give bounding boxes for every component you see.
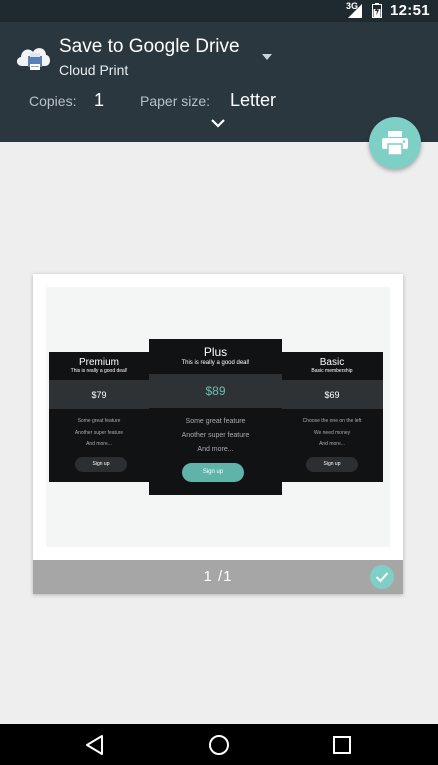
- plan-basic: Basic Basic membership $69 Choose the on…: [281, 352, 383, 482]
- plan-tagline: This is really a good deal!: [181, 360, 250, 366]
- chevron-down-icon[interactable]: [210, 118, 226, 128]
- back-icon[interactable]: [83, 733, 107, 757]
- plan-price: $69: [324, 390, 340, 400]
- plan-feature: Another super feature: [74, 430, 124, 436]
- plan-premium: Premium This is really a good deal! $79 …: [49, 352, 149, 482]
- plan-feature: Choose the one on the left: [302, 418, 362, 424]
- check-icon: [375, 572, 389, 583]
- battery-icon: [372, 3, 382, 18]
- page-count: 1 /1: [203, 568, 233, 585]
- paper-size-select[interactable]: Letter: [230, 90, 276, 111]
- plan-feature: And more...: [86, 441, 112, 447]
- plan-tagline: Basic membership: [311, 368, 353, 374]
- price-bar: $79: [49, 380, 149, 409]
- plan-feature: We need money: [313, 430, 351, 436]
- copies-label: Copies:: [29, 93, 77, 109]
- page-select-checkbox[interactable]: [370, 565, 394, 589]
- plan-feature: Some great feature: [185, 418, 246, 425]
- signup-button: Sign up: [306, 457, 358, 472]
- printer-subtitle: Cloud Print: [59, 62, 129, 78]
- plan-name: Plus: [203, 345, 228, 359]
- copies-field[interactable]: 1: [94, 90, 104, 111]
- signup-button: Sign up: [75, 457, 127, 472]
- page-content: Premium This is really a good deal! $79 …: [46, 287, 390, 547]
- plan-price: $89: [205, 384, 226, 398]
- signal-icon: [348, 4, 362, 18]
- plan-name: Premium: [78, 357, 119, 368]
- print-button[interactable]: [369, 117, 421, 169]
- plan-feature: And more...: [197, 446, 234, 453]
- home-icon[interactable]: [207, 733, 231, 757]
- status-bar: 3G 12:51: [0, 0, 438, 22]
- plan-feature: Another super feature: [181, 432, 250, 439]
- plan-feature: Some great feature: [77, 418, 121, 424]
- signup-button: Sign up: [182, 463, 244, 482]
- dropdown-arrow-icon[interactable]: [259, 52, 275, 62]
- plan-tagline: This is really a good deal!: [70, 368, 128, 374]
- plan-plus: Plus This is really a good deal! $89 Som…: [149, 339, 282, 495]
- cloud-print-icon: [16, 48, 50, 70]
- page-preview[interactable]: Premium This is really a good deal! $79 …: [33, 274, 403, 594]
- price-bar: $69: [281, 380, 383, 409]
- price-bar: $89: [149, 374, 282, 408]
- plan-price: $79: [91, 390, 107, 400]
- page-footer: 1 /1: [33, 560, 403, 594]
- print-icon: [382, 131, 408, 155]
- plan-name: Basic: [319, 357, 345, 368]
- printer-name[interactable]: Save to Google Drive: [59, 36, 240, 58]
- clock: 12:51: [390, 2, 430, 19]
- plan-feature: And more...: [319, 441, 345, 447]
- paper-size-label: Paper size:: [140, 93, 211, 109]
- recents-icon[interactable]: [330, 733, 354, 757]
- print-options-header: Save to Google Drive Cloud Print Copies:…: [0, 22, 438, 142]
- navigation-bar: [0, 724, 438, 765]
